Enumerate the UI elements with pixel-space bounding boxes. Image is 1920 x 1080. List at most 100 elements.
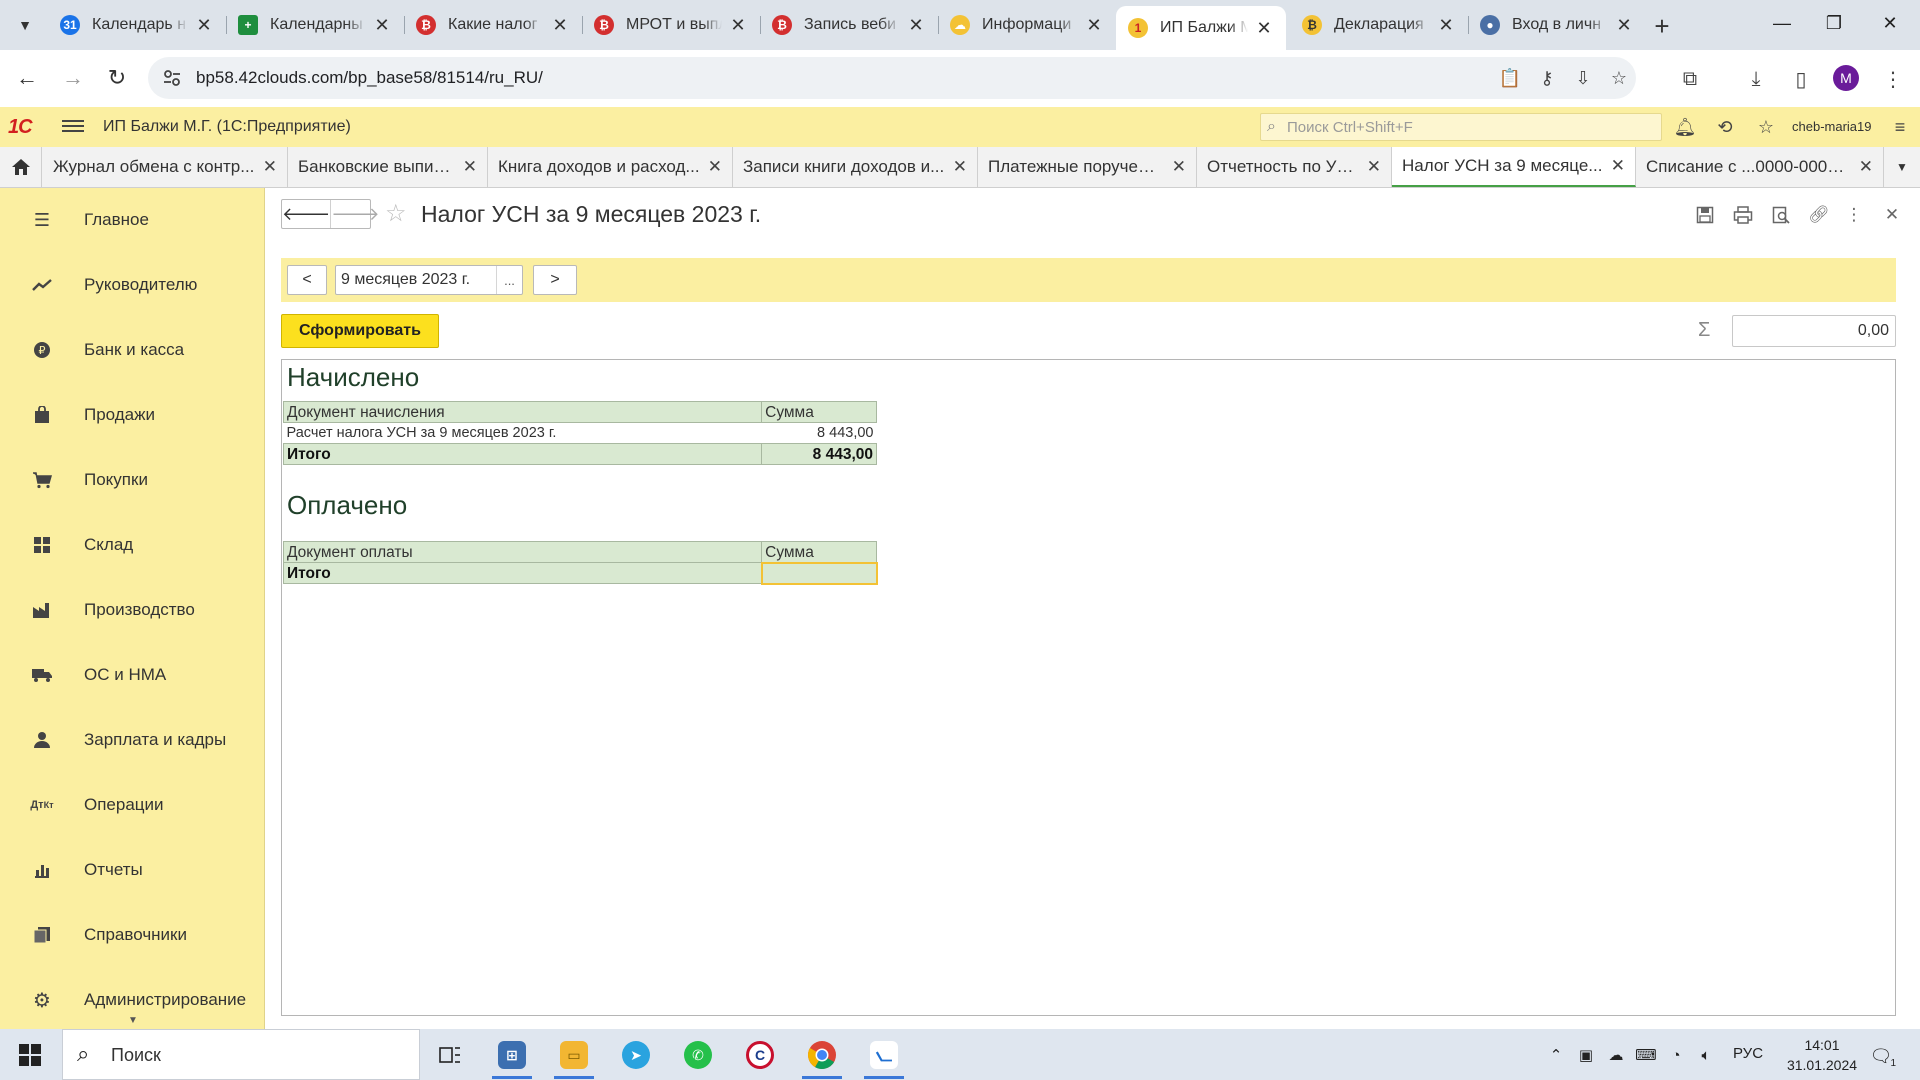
close-tab-icon[interactable]: ✕ [1084,15,1104,36]
window-tab[interactable]: Записи книги доходов и... ✕ [733,147,978,187]
total-label[interactable]: Итого [282,562,763,584]
sidebar-item-operations[interactable]: Дт Кт Операции [0,779,264,831]
volume-icon[interactable]: 🔈︎ [1694,1043,1718,1067]
home-icon[interactable] [0,147,42,187]
period-field[interactable]: 9 месяцев 2023 г. ... [335,265,523,295]
close-window-icon[interactable]: ✕ [1862,0,1918,46]
task-view-icon[interactable] [422,1034,478,1076]
sidebar-item-purchases[interactable]: Покупки [0,454,264,506]
sidebar-item-reports[interactable]: Отчеты [0,844,264,896]
close-tab-icon[interactable]: ✕ [1614,15,1634,36]
calculator-app-icon[interactable]: ⊞ [484,1034,540,1079]
network-wired-icon[interactable]: ⌨ [1634,1043,1658,1067]
window-tab[interactable]: Платежные поручения ✕ [978,147,1197,187]
wifi-icon[interactable]: ◔ [1664,1043,1688,1067]
key-icon[interactable]: ⚷ [1535,67,1559,89]
profile-avatar[interactable]: M [1833,65,1859,91]
tray-chevron-up-icon[interactable]: ⌃ [1544,1043,1568,1067]
table-header-cell[interactable]: Сумма [761,401,877,423]
browser-tab[interactable]: ₿ МРОТ и выпл ✕ [582,6,761,44]
side-panel-icon[interactable]: ▯ [1786,64,1816,94]
window-tab[interactable]: Книга доходов и расход... ✕ [488,147,733,187]
form-forward-arrow-icon[interactable]: 🡒 [330,200,380,228]
chrome-app-icon[interactable] [794,1034,850,1079]
sidebar-item-sales[interactable]: Продажи [0,389,264,441]
remote-app-icon[interactable]: ⦦ [856,1034,912,1079]
window-tab-active[interactable]: Налог УСН за 9 месяце... ✕ [1392,147,1636,187]
total-label[interactable]: Итого [282,443,763,465]
user-name[interactable]: cheb-maria19 [1792,119,1872,134]
total-value[interactable]: 8 443,00 [761,443,877,465]
taskbar-search-input[interactable]: ⌕ Поиск [62,1029,420,1080]
close-tab-icon[interactable]: ✕ [372,15,392,36]
close-tab-icon[interactable]: ✕ [708,157,722,177]
browser-tab[interactable]: ☁ Информаци ✕ [938,6,1116,44]
sidebar-item-warehouse[interactable]: Склад [0,519,264,571]
link-icon[interactable]: 🔗︎ [1808,204,1830,226]
bell-icon[interactable]: 🔔︎ [1673,115,1697,139]
sidebar-item-bank[interactable]: ₽ Банк и касса [0,324,264,376]
address-bar[interactable]: bp58.42clouds.com/bp_base58/81514/ru_RU/… [148,57,1636,99]
close-tab-icon[interactable]: ✕ [728,15,748,36]
table-cell[interactable]: 8 443,00 [761,422,877,444]
global-search-input[interactable]: ⌕ Поиск Ctrl+Shift+F [1260,113,1662,141]
close-tab-icon[interactable]: ✕ [953,157,967,177]
reload-icon[interactable]: ↻ [99,60,135,96]
tab-search-chevron-icon[interactable]: ▼ [8,8,42,42]
close-form-icon[interactable]: ✕ [1881,204,1903,226]
whatsapp-app-icon[interactable]: ✆ [670,1034,726,1076]
browser-tab[interactable]: ₿ Запись веби ✕ [760,6,939,44]
window-tab[interactable]: Журнал обмена с контр... ✕ [43,147,288,187]
table-header-cell[interactable]: Документ начисления [282,401,763,423]
close-tab-icon[interactable]: ✕ [550,15,570,36]
more-tabs-chevron-icon[interactable]: ▼ [1884,147,1920,187]
browser-tab-active[interactable]: 1 ИП Балжи М ✕ [1116,6,1286,50]
more-actions-icon[interactable]: ⋮ [1843,204,1865,226]
windows-start-icon[interactable] [18,1043,42,1067]
table-cell[interactable]: Расчет налога УСН за 9 месяцев 2023 г. [283,422,762,444]
form-back-arrow-icon[interactable]: 🡐 [282,200,330,228]
sidebar-item-salary[interactable]: Зарплата и кадры [0,714,264,766]
window-tab[interactable]: Списание с ...0000-000021 ✕ [1636,147,1884,187]
clipboard-icon[interactable]: 📋 [1498,67,1522,89]
install-app-icon[interactable]: ⇩ [1571,67,1595,89]
table-header-cell[interactable]: Документ оплаты [282,541,763,563]
close-tab-icon[interactable]: ✕ [1367,157,1381,177]
extensions-icon[interactable]: ⧉ [1675,64,1705,94]
window-tab[interactable]: Банковские выписки ✕ [288,147,488,187]
new-tab-plus-icon[interactable]: + [1648,11,1676,41]
preview-icon[interactable] [1770,204,1792,226]
ccleaner-app-icon[interactable]: C [732,1034,788,1076]
window-tab[interactable]: Отчетность по УСН ✕ [1197,147,1392,187]
sidebar-item-catalogs[interactable]: Справочники [0,909,264,961]
language-indicator[interactable]: РУС [1733,1045,1763,1062]
sum-sigma-icon[interactable]: Σ [1698,319,1710,342]
sidebar-item-fixed-assets[interactable]: ОС и НМА [0,649,264,701]
close-tab-icon[interactable]: ✕ [463,157,477,177]
settings-menu-icon[interactable]: ≡ [1888,115,1912,139]
downloads-icon[interactable]: ⤓ [1741,64,1771,94]
favorite-star-icon[interactable]: ☆ [385,199,407,228]
sidebar-item-main[interactable]: ☰ Главное [0,194,264,246]
generate-button[interactable]: Сформировать [281,314,439,348]
print-icon[interactable] [1732,204,1754,226]
notifications-icon[interactable]: 🗨︎ 1 [1866,1041,1896,1071]
save-icon[interactable] [1694,204,1716,226]
forward-arrow-icon[interactable]: → [55,60,91,96]
prev-period-button[interactable]: < [287,265,327,295]
clock[interactable]: 14:01 31.01.2024 [1762,1035,1882,1075]
telegram-app-icon[interactable]: ➤ [608,1034,664,1076]
period-select-button[interactable]: ... [496,266,522,294]
bookmark-star-icon[interactable]: ☆ [1607,67,1631,89]
main-menu-icon[interactable] [62,117,84,137]
table-header-cell[interactable]: Сумма [761,541,877,563]
site-settings-icon[interactable] [162,68,182,88]
sidebar-item-manager[interactable]: Руководителю [0,259,264,311]
browser-tab[interactable]: ₿ Декларация ✕ [1290,6,1469,44]
browser-tab[interactable]: + Календарны ✕ [226,6,405,44]
close-tab-icon[interactable]: ✕ [1859,157,1873,177]
restore-icon[interactable]: ❐ [1806,0,1862,46]
close-tab-icon[interactable]: ✕ [194,15,214,36]
close-tab-icon[interactable]: ✕ [1611,156,1625,176]
close-tab-icon[interactable]: ✕ [1172,157,1186,177]
